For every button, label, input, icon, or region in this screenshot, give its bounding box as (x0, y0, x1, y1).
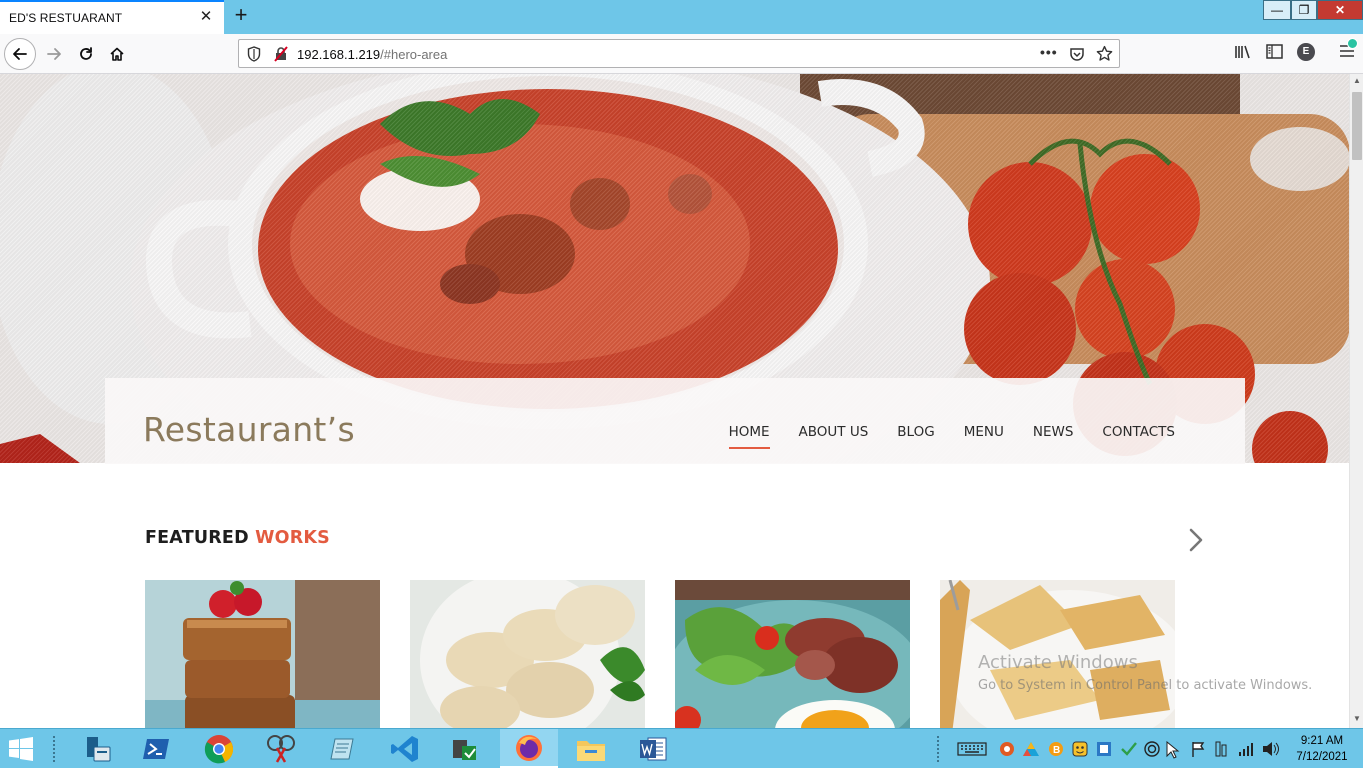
windows-activation-watermark: Activate Windows Go to System in Control… (978, 652, 1312, 693)
clock-date: 7/12/2021 (1296, 751, 1348, 763)
forward-button[interactable] (38, 38, 70, 70)
page-viewport: Restaurant’s HOME ABOUT US BLOG MENU NEW… (0, 74, 1349, 728)
back-arrow-icon (13, 48, 27, 60)
volume-icon[interactable] (1262, 741, 1280, 757)
tray-app-orange-icon[interactable] (999, 741, 1015, 757)
tray-app-blue-icon[interactable] (1096, 741, 1112, 757)
browser-tab[interactable]: ED'S RESTUARANT ✕ (0, 0, 224, 34)
featured-title-accent: WORKS (255, 528, 330, 548)
baklava-image (145, 580, 380, 728)
cursor-icon[interactable] (1166, 741, 1180, 759)
main-menu: HOME ABOUT US BLOG MENU NEWS CONTACTS (700, 424, 1175, 449)
browser-navbar: 192.168.1.219/#hero-area ••• E (0, 34, 1363, 74)
scroll-down-icon[interactable]: ▼ (1350, 714, 1363, 726)
reload-button[interactable] (70, 38, 102, 70)
tab-close-icon[interactable]: ✕ (198, 9, 214, 25)
browser-titlebar: ED'S RESTUARANT ✕ + — ❐ ✕ (0, 0, 1363, 34)
watermark-line-1: Activate Windows (978, 652, 1138, 673)
featured-title-main: FEATURED (145, 528, 249, 548)
back-button[interactable] (4, 38, 36, 70)
salad-image (675, 580, 910, 728)
flag-icon[interactable] (1190, 741, 1206, 757)
close-window-button[interactable]: ✕ (1317, 0, 1363, 20)
tracking-shield-icon[interactable] (247, 46, 261, 62)
account-avatar-icon[interactable]: E (1297, 43, 1315, 61)
vscode-icon[interactable] (376, 729, 434, 769)
taskbar-separator (52, 735, 56, 763)
pocket-icon[interactable] (1069, 46, 1085, 62)
menu-item-menu[interactable]: MENU (964, 424, 1004, 448)
menu-item-news[interactable]: NEWS (1033, 424, 1074, 448)
chrome-icon[interactable] (190, 729, 248, 769)
insecure-lock-icon[interactable] (273, 46, 289, 62)
powershell-icon[interactable] (128, 729, 186, 769)
url-text[interactable]: 192.168.1.219/#hero-area (297, 47, 447, 62)
server-manager-icon[interactable] (68, 729, 126, 769)
svg-text:B: B (1053, 745, 1060, 756)
menu-item-blog[interactable]: BLOG (897, 424, 934, 448)
home-icon (110, 47, 124, 61)
network-icon[interactable] (1238, 741, 1254, 757)
taskbar-separator (936, 735, 940, 763)
tray-app-colorful-icon[interactable] (1022, 741, 1040, 757)
url-host: 192.168.1.219 (297, 47, 381, 62)
file-explorer-icon[interactable] (562, 729, 620, 769)
minimize-button[interactable]: — (1263, 0, 1291, 20)
dumplings-image (410, 580, 645, 728)
reload-icon (80, 47, 92, 60)
scroll-thumb[interactable] (1352, 92, 1362, 160)
featured-card-1[interactable] (145, 580, 380, 728)
notepad-icon[interactable] (314, 729, 372, 769)
page-actions-icon[interactable]: ••• (1040, 44, 1058, 60)
featured-card-2[interactable] (410, 580, 645, 728)
clock-time: 9:21 AM (1300, 735, 1344, 747)
featured-card-3[interactable] (675, 580, 910, 728)
url-bar[interactable]: 192.168.1.219/#hero-area ••• (238, 39, 1120, 68)
watermark-line-2: Go to System in Control Panel to activat… (978, 678, 1313, 693)
word-icon[interactable] (624, 729, 682, 769)
scroll-up-icon[interactable]: ▲ (1350, 76, 1363, 88)
sidebar-icon[interactable] (1266, 44, 1283, 59)
page-scrollbar[interactable]: ▲ ▼ (1349, 74, 1363, 728)
site-header: Restaurant’s HOME ABOUT US BLOG MENU NEW… (105, 378, 1245, 464)
menu-item-about-us[interactable]: ABOUT US (799, 424, 869, 448)
snipping-tool-icon[interactable] (252, 729, 310, 769)
tab-title: ED'S RESTUARANT (9, 11, 123, 25)
target-icon[interactable] (1144, 741, 1160, 757)
network-tool-icon[interactable] (436, 729, 494, 769)
featured-heading: FEATURED WORKS (145, 528, 330, 548)
keyboard-icon[interactable] (957, 742, 987, 756)
chevron-right-icon[interactable] (1186, 527, 1206, 553)
system-clock[interactable]: 9:21 AM 7/12/2021 (1292, 733, 1352, 765)
forward-arrow-icon (47, 48, 61, 60)
home-button[interactable] (101, 38, 133, 70)
maximize-button[interactable]: ❐ (1291, 0, 1317, 20)
device-icon[interactable] (1213, 741, 1229, 757)
firefox-icon[interactable] (500, 729, 558, 769)
tray-app-face-icon[interactable] (1072, 741, 1088, 757)
check-icon[interactable] (1120, 741, 1138, 757)
library-icon[interactable] (1234, 44, 1252, 60)
site-logo[interactable]: Restaurant’s (143, 410, 355, 449)
url-path: /#hero-area (380, 47, 448, 62)
bitcoin-icon[interactable]: B (1048, 741, 1064, 757)
start-icon[interactable] (8, 737, 34, 761)
menu-item-contacts[interactable]: CONTACTS (1102, 424, 1175, 448)
windows-taskbar: B 9:21 AM 7/12/2021 (0, 728, 1363, 769)
new-tab-button[interactable]: + (230, 4, 252, 28)
menu-item-home[interactable]: HOME (728, 424, 770, 449)
update-badge-icon (1347, 38, 1358, 49)
bookmark-star-icon[interactable] (1096, 45, 1113, 62)
